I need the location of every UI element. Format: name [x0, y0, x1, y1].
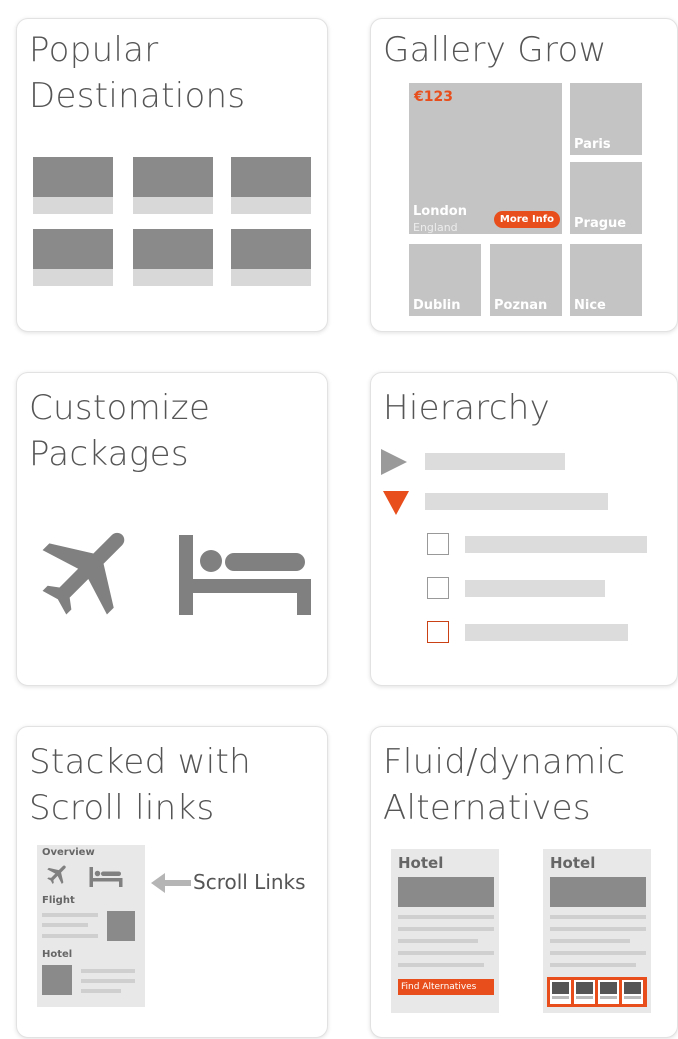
find-alternatives-button[interactable]: Find Alternatives [398, 979, 494, 995]
gallery-tile[interactable]: Nice [570, 244, 642, 316]
card-hierarchy: Hierarchy [370, 372, 678, 686]
gallery-tile[interactable]: Prague [570, 162, 642, 234]
card-title: Gallery Grow [383, 30, 607, 70]
hotel-label: Hotel [550, 854, 596, 872]
checkbox-icon[interactable] [427, 533, 449, 555]
tree-leaf-bar [465, 536, 647, 553]
destination-caption [33, 269, 113, 286]
hotel-image [398, 877, 494, 907]
hotel-image [42, 965, 72, 995]
destination-caption [133, 197, 213, 214]
tile-city: Poznan [494, 298, 548, 313]
hotel-label: Hotel [42, 949, 73, 960]
checkbox-checked-icon[interactable] [427, 621, 449, 643]
destination-caption [231, 197, 311, 214]
tile-city: Nice [574, 298, 606, 313]
bed-icon [89, 867, 123, 887]
gallery-tile[interactable]: Dublin [409, 244, 481, 316]
card-stacked-scroll-links: Stacked with Scroll links Overview Fligh… [16, 726, 328, 1038]
flight-image [107, 911, 135, 941]
checkbox-icon[interactable] [427, 577, 449, 599]
bed-icon[interactable] [179, 535, 311, 615]
alternative-thumb[interactable] [574, 980, 595, 1004]
arrow-left-icon [151, 873, 191, 893]
stacked-preview: Overview Flight Hotel [37, 845, 145, 1007]
overview-label: Overview [42, 847, 95, 858]
tile-country: England [413, 221, 458, 234]
card-customize-packages: Customize Packages [16, 372, 328, 686]
more-info-button[interactable]: More Info [493, 211, 560, 228]
card-title: Customize Packages [29, 388, 211, 474]
hotel-preview: Hotel [543, 849, 651, 1013]
destination-thumb[interactable] [33, 229, 113, 269]
alternative-thumb[interactable] [622, 980, 643, 1004]
triangle-down-icon[interactable] [383, 491, 409, 515]
alternative-thumb[interactable] [598, 980, 619, 1004]
card-title: Popular Destinations [29, 30, 246, 116]
hotel-label: Hotel [398, 854, 444, 872]
airplane-icon[interactable] [25, 513, 155, 628]
hotel-preview: Hotel Find Alternatives [391, 849, 499, 1013]
destination-thumb[interactable] [231, 229, 311, 269]
card-fluid-alternatives: Fluid/dynamic Alternatives Hotel Find Al… [370, 726, 678, 1038]
tile-city: London [413, 204, 467, 219]
gallery-tile[interactable]: Paris [570, 83, 642, 155]
gallery-tile-main[interactable]: €123 London England More Info [409, 83, 562, 234]
tree-node-bar[interactable] [425, 453, 565, 470]
airplane-icon [47, 865, 66, 884]
triangle-right-icon[interactable] [381, 449, 407, 475]
destination-caption [33, 197, 113, 214]
card-popular-destinations: Popular Destinations [16, 18, 328, 332]
tree-node-bar[interactable] [425, 493, 608, 510]
card-title: Hierarchy [383, 388, 551, 428]
tile-city: Paris [574, 137, 611, 152]
tree-leaf-bar [465, 624, 628, 641]
destination-thumb[interactable] [133, 157, 213, 197]
alternatives-strip [547, 977, 647, 1007]
scroll-links-label: Scroll Links [193, 870, 306, 894]
gallery-tile[interactable]: Poznan [490, 244, 562, 316]
tree-leaf-bar [465, 580, 605, 597]
card-title: Stacked with Scroll links [29, 742, 251, 828]
destination-caption [133, 269, 213, 286]
card-gallery-grow: Gallery Grow €123 London England More In… [370, 18, 678, 332]
hotel-image [550, 877, 646, 907]
price-label: €123 [414, 89, 453, 105]
alternative-thumb[interactable] [550, 980, 571, 1004]
flight-label: Flight [42, 895, 75, 906]
tile-city: Dublin [413, 298, 461, 313]
destination-thumb[interactable] [231, 157, 311, 197]
card-title: Fluid/dynamic Alternatives [383, 742, 626, 828]
destination-caption [231, 269, 311, 286]
tile-city: Prague [574, 216, 627, 231]
destination-thumb[interactable] [133, 229, 213, 269]
destination-thumb[interactable] [33, 157, 113, 197]
